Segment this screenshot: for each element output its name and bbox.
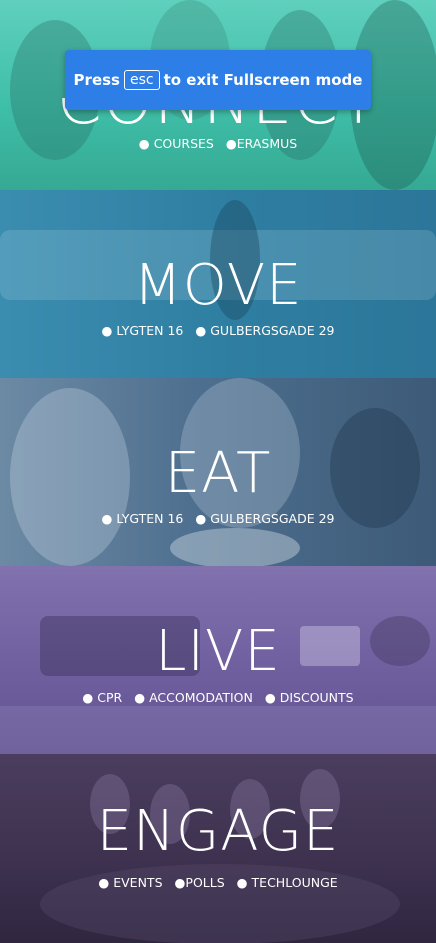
link-gulbergsgade-29[interactable]: ● GULBERGSGADE 29: [195, 511, 334, 526]
panel-live[interactable]: LIVE ● CPR ● ACCOMODATION ● DISCOUNTS: [0, 566, 436, 755]
link-accomodation[interactable]: ● ACCOMODATION: [134, 690, 253, 705]
panel-move[interactable]: MOVE ● LYGTEN 16 ● GULBERGSGADE 29: [0, 190, 436, 379]
toast-text-after: to exit Fullscreen mode: [163, 71, 363, 89]
panel-title-engage[interactable]: ENGAGE: [0, 804, 436, 860]
link-courses[interactable]: ● COURSES: [139, 136, 214, 151]
move-links: ● LYGTEN 16 ● GULBERGSGADE 29: [0, 323, 436, 338]
engage-links: ● EVENTS ●POLLS ● TECHLOUNGE: [0, 875, 436, 890]
link-cpr-label: CPR: [97, 690, 123, 705]
connect-links: ● COURSES ●ERASMUS: [0, 136, 436, 151]
eat-links: ● LYGTEN 16 ● GULBERGSGADE 29: [0, 511, 436, 526]
link-events[interactable]: ● EVENTS: [98, 875, 162, 890]
link-erasmus[interactable]: ●ERASMUS: [226, 136, 297, 151]
link-gulbergsgade-29[interactable]: ● GULBERGSGADE 29: [195, 323, 334, 338]
esc-key-badge: esc: [123, 70, 160, 90]
link-events-label: EVENTS: [113, 875, 163, 890]
link-lygten-16-label: LYGTEN 16: [116, 323, 184, 338]
link-cpr[interactable]: ● CPR: [82, 690, 122, 705]
link-lygten-16-label: LYGTEN 16: [116, 511, 184, 526]
link-techlounge[interactable]: ● TECHLOUNGE: [237, 875, 338, 890]
fullscreen-exit-toast: Press esc to exit Fullscreen mode: [65, 50, 371, 110]
live-links: ● CPR ● ACCOMODATION ● DISCOUNTS: [0, 690, 436, 705]
link-discounts[interactable]: ● DISCOUNTS: [265, 690, 354, 705]
link-erasmus-label: ERASMUS: [236, 136, 298, 151]
toast-text-before: Press: [73, 71, 120, 89]
link-lygten-16[interactable]: ● LYGTEN 16: [102, 323, 184, 338]
panel-eat[interactable]: EAT ● LYGTEN 16 ● GULBERGSGADE 29: [0, 378, 436, 567]
link-gulbergsgade-29-label: GULBERGSGADE 29: [210, 511, 335, 526]
link-courses-label: COURSES: [153, 136, 214, 151]
panel-title-live[interactable]: LIVE: [0, 624, 436, 680]
link-polls[interactable]: ●POLLS: [175, 875, 225, 890]
link-accomodation-label: ACCOMODATION: [149, 690, 253, 705]
link-gulbergsgade-29-label: GULBERGSGADE 29: [210, 323, 335, 338]
link-techlounge-label: TECHLOUNGE: [251, 875, 338, 890]
link-lygten-16[interactable]: ● LYGTEN 16: [102, 511, 184, 526]
panel-title-move[interactable]: MOVE: [0, 258, 436, 314]
panel-engage[interactable]: ENGAGE ● EVENTS ●POLLS ● TECHLOUNGE: [0, 754, 436, 943]
panel-title-eat[interactable]: EAT: [0, 446, 436, 502]
link-polls-label: POLLS: [185, 875, 225, 890]
link-discounts-label: DISCOUNTS: [279, 690, 354, 705]
